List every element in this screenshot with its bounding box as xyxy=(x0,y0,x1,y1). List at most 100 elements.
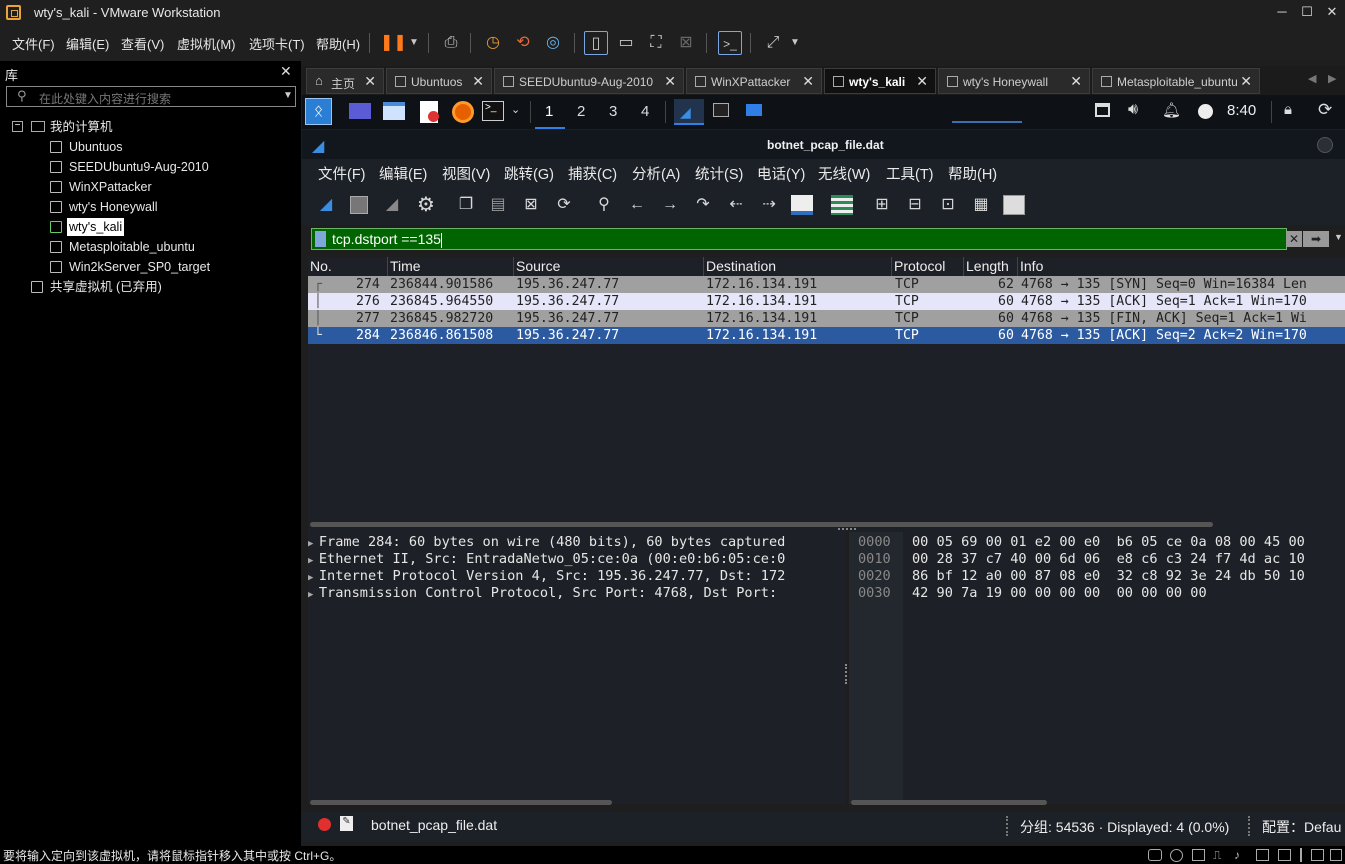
detail-ethernet[interactable]: ▶ Ethernet II, Src: EntradaNetwo_05:ce:0… xyxy=(308,551,785,568)
tree-vm-kali-selected[interactable]: wty's_kali xyxy=(67,218,125,236)
chevron-down-icon[interactable]: ▼ xyxy=(1334,232,1343,242)
normal-size-icon[interactable]: ⊡ xyxy=(936,193,960,217)
logout-icon[interactable]: ⟳ xyxy=(1318,100,1332,120)
close-tab-icon[interactable]: ✕ xyxy=(472,73,484,90)
snapshot-icon[interactable]: ◷ xyxy=(481,31,505,55)
ws-menu-statistics[interactable]: 统计(S) xyxy=(695,163,743,184)
layout-icon[interactable] xyxy=(1002,193,1026,217)
firefox-icon[interactable] xyxy=(452,101,474,123)
comment-icon[interactable]: ✎ xyxy=(340,816,353,831)
capture-options-icon[interactable]: ⚙ xyxy=(414,193,438,217)
lock-icon[interactable]: 🔒︎ xyxy=(1284,101,1292,118)
close-file-icon[interactable]: ⊠ xyxy=(519,193,543,217)
tab-ubuntuos[interactable]: Ubuntuos ✕ xyxy=(386,68,492,94)
display-filter-input[interactable]: tcp.dstport ==135 xyxy=(311,228,1287,250)
menu-vm[interactable]: 虚拟机(M) xyxy=(177,34,236,53)
close-library-icon[interactable]: ✕ xyxy=(280,63,292,80)
chevron-down-icon[interactable]: ▼ xyxy=(402,31,426,55)
workspace-1[interactable]: 1 xyxy=(545,103,553,120)
resize-columns-icon[interactable]: ▦ xyxy=(969,193,993,217)
library-toggle-icon[interactable]: ▯ xyxy=(584,31,608,55)
show-desktop-icon[interactable] xyxy=(349,103,371,119)
capture-status-icon[interactable] xyxy=(318,818,331,831)
full-screen-icon[interactable]: ⛶ xyxy=(644,31,668,55)
power-manager-icon[interactable] xyxy=(1198,104,1213,119)
tree-vm-winxpattacker[interactable]: WinXPattacker xyxy=(69,178,152,196)
workspace-3[interactable]: 3 xyxy=(609,103,617,120)
ws-menu-analyze[interactable]: 分析(A) xyxy=(632,163,680,184)
zoom-out-icon[interactable]: ⊟ xyxy=(903,193,927,217)
bytes-hscrollbar[interactable] xyxy=(851,800,1047,805)
go-to-packet-icon[interactable]: ↷ xyxy=(691,193,715,217)
tree-vm-honeywall[interactable]: wty's Honeywall xyxy=(69,198,158,216)
fullscreen-status-icon[interactable] xyxy=(1330,849,1342,861)
collapse-tree-icon[interactable]: − xyxy=(12,121,23,132)
snapshot-manager-icon[interactable]: ◎ xyxy=(541,31,565,55)
file-manager-icon[interactable] xyxy=(383,102,405,120)
pane-splitter[interactable] xyxy=(308,522,1345,532)
printer-icon[interactable] xyxy=(1256,849,1269,861)
close-tab-icon[interactable]: ✕ xyxy=(664,73,676,90)
packet-row[interactable]: ┌ 274 236844.901586 195.36.247.77 172.16… xyxy=(308,276,1345,293)
detail-frame[interactable]: ▶ Frame 284: 60 bytes on wire (480 bits)… xyxy=(308,534,785,551)
clear-filter-icon[interactable]: ✕ xyxy=(1286,231,1302,247)
col-time[interactable]: Time xyxy=(388,257,514,276)
col-protocol[interactable]: Protocol xyxy=(892,257,964,276)
save-file-icon[interactable]: ▤ xyxy=(486,193,510,217)
revert-snapshot-icon[interactable]: ⟲ xyxy=(511,31,535,55)
workspace-4[interactable]: 4 xyxy=(641,103,649,120)
thumbnail-bar-icon[interactable]: ▭ xyxy=(614,31,638,55)
unity-icon[interactable]: ⊠ xyxy=(674,31,698,55)
tab-honeywall[interactable]: wty's Honeywall ✕ xyxy=(938,68,1090,94)
col-info[interactable]: Info xyxy=(1018,257,1345,276)
task-wireshark[interactable]: ◢ xyxy=(674,99,704,125)
clock[interactable]: 8:40 xyxy=(1227,102,1256,119)
send-ctrl-alt-del-icon[interactable]: ⎙ xyxy=(439,31,463,55)
ws-menu-file[interactable]: 文件(F) xyxy=(318,163,366,184)
tab-kali-active[interactable]: wty's_kali ✕ xyxy=(824,68,936,94)
terminal-icon[interactable]: >_ xyxy=(482,101,504,121)
tab-winxpattacker[interactable]: WinXPattacker ✕ xyxy=(686,68,822,94)
detail-ip[interactable]: ▶ Internet Protocol Version 4, Src: 195.… xyxy=(308,568,785,585)
ws-menu-help[interactable]: 帮助(H) xyxy=(948,163,997,184)
menu-help[interactable]: 帮助(H) xyxy=(316,34,360,53)
details-hscrollbar[interactable] xyxy=(310,800,612,805)
apply-filter-icon[interactable]: ➡ xyxy=(1303,231,1329,247)
ws-menu-telephony[interactable]: 电话(Y) xyxy=(757,163,805,184)
ws-menu-wireless[interactable]: 无线(W) xyxy=(818,163,870,184)
notifications-bell-icon[interactable]: 🔔︎ xyxy=(1162,101,1181,119)
start-capture-icon[interactable]: ◢ xyxy=(314,193,338,217)
menu-tabs[interactable]: 选项卡(T) xyxy=(249,34,305,53)
byte-hex[interactable]: 86 bf 12 a0 00 87 08 e0 32 c8 92 3e 24 d… xyxy=(912,568,1305,585)
ws-menu-tools[interactable]: 工具(T) xyxy=(886,163,934,184)
text-editor-icon[interactable] xyxy=(420,101,439,123)
col-no[interactable]: No. xyxy=(308,257,388,276)
status-profile[interactable]: 配置：Defau xyxy=(1262,817,1341,837)
scroll-tabs-right-icon[interactable]: ▶ xyxy=(1328,72,1336,85)
monitor-icon[interactable] xyxy=(1095,103,1110,117)
col-destination[interactable]: Destination xyxy=(704,257,892,276)
restart-capture-icon[interactable]: ◢ xyxy=(380,193,404,217)
ws-menu-capture[interactable]: 捕获(C) xyxy=(568,163,617,184)
ws-menu-view[interactable]: 视图(V) xyxy=(442,163,490,184)
close-window-button[interactable]: ✕ xyxy=(1320,3,1344,23)
stretch-guest-icon[interactable]: ⤢ xyxy=(761,31,785,55)
autoscroll-icon[interactable] xyxy=(790,193,814,217)
volume-icon[interactable]: 🔊︎ xyxy=(1128,101,1138,119)
byte-hex[interactable]: 42 90 7a 19 00 00 00 00 00 00 00 00 xyxy=(912,585,1207,602)
close-tab-icon[interactable]: ✕ xyxy=(1070,73,1082,90)
col-length[interactable]: Length xyxy=(964,257,1018,276)
maximize-button[interactable]: ☐ xyxy=(1295,3,1319,23)
vertical-splitter-handle[interactable] xyxy=(845,664,848,684)
find-packet-icon[interactable]: ⚲ xyxy=(592,193,616,217)
ws-menu-go[interactable]: 跳转(G) xyxy=(504,163,554,184)
go-back-icon[interactable]: ← xyxy=(625,193,649,217)
ws-menu-edit[interactable]: 编辑(E) xyxy=(379,163,427,184)
tab-home[interactable]: ⌂ 主页 ✕ xyxy=(306,68,384,94)
message-log-icon[interactable] xyxy=(1311,849,1324,861)
task-terminal-icon[interactable] xyxy=(713,103,729,117)
open-file-icon[interactable]: ❐ xyxy=(454,193,478,217)
packet-list-hscrollbar[interactable] xyxy=(310,522,1213,527)
chevron-down-icon[interactable]: ▼ xyxy=(283,90,293,101)
packet-row[interactable]: │ 277 236845.982720 195.36.247.77 172.16… xyxy=(308,310,1345,327)
